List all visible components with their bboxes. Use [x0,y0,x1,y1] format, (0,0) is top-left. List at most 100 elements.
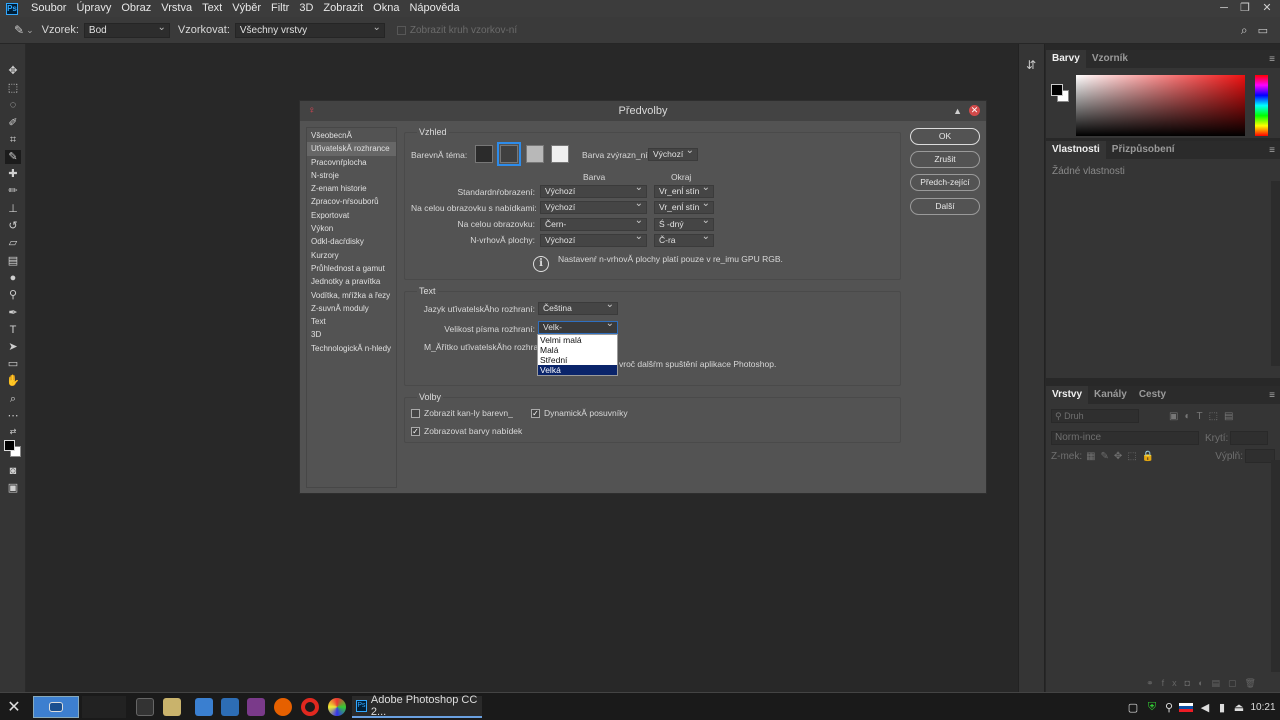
row-standard-color-select[interactable]: Výchozí [540,185,647,198]
nav-vykon[interactable]: Výkon [307,222,396,235]
ui-font-size-select[interactable]: Velk- [538,321,618,334]
menu-filtr[interactable]: Filtr [266,0,294,17]
nav-text[interactable]: Text [307,315,396,328]
properties-scrollbar[interactable] [1271,181,1280,366]
menu-text[interactable]: Text [197,0,227,17]
marquee-tool-icon[interactable]: ⬚ [5,81,21,95]
row-fullscreen-border-select[interactable]: Ś -dný [654,218,714,231]
more-tools-icon[interactable]: ⋯ [5,409,21,423]
menu-colors-checkbox[interactable]: ✓ [411,427,420,436]
panel-menu-icon[interactable]: ≡ [1269,145,1275,156]
quick-select-tool-icon[interactable]: ✐ [5,116,21,130]
chat-tray-icon[interactable]: ▢ [1126,696,1140,718]
font-size-option-selected[interactable]: Velká [538,365,617,375]
workspace-icon[interactable]: ▭ [1258,24,1268,37]
eyedropper-tool-icon[interactable]: ✎ [5,150,21,164]
quick-mask-icon[interactable]: ◙ [5,464,21,478]
restore-icon[interactable]: ❐ [1235,0,1255,17]
menu-upravy[interactable]: Úpravy [71,0,116,17]
history-brush-icon[interactable]: ↺ [5,219,21,233]
screen-mode-icon[interactable]: ▣ [5,481,21,495]
start-menu-icon[interactable]: ✕ [2,696,26,718]
layers-footer-icons[interactable]: ⚭fx◘◐▤▢🗑 [1146,678,1264,689]
menu-obraz[interactable]: Obraz [116,0,156,17]
type-tool-icon[interactable]: T [5,323,21,337]
zoom-tool-icon[interactable]: ⌕ [5,392,21,406]
ui-language-select[interactable]: Čeština [538,302,618,315]
sample-layers-select[interactable]: Všechny vrstvy [234,21,385,38]
font-size-option[interactable]: Střední [538,355,617,365]
nav-voditka[interactable]: Vodítka, mŕížka a řezy [307,289,396,302]
layer-filter-icons[interactable]: ▣◐T⬚▤ [1169,411,1240,422]
dialog-collapse-icon[interactable]: ▲ [953,101,962,121]
swap-colors-icon[interactable]: ⇄ [5,425,21,439]
row-standard-border-select[interactable]: Vr_enĺ stín [654,185,714,198]
panel-menu-icon[interactable]: ≡ [1269,390,1275,401]
brush-tool-icon[interactable]: ✏ [5,184,21,198]
terminal-icon[interactable] [135,696,155,718]
ok-button[interactable]: OK [910,128,980,145]
hue-slider[interactable] [1255,75,1268,136]
row-artboards-border-select[interactable]: Č-ra [654,234,714,247]
pinwheel-icon[interactable] [327,696,347,718]
menu-vyber[interactable]: Výběr [227,0,266,17]
layer-kind-filter[interactable]: ⚲ Druh [1051,409,1139,423]
theme-swatch-lightest[interactable] [551,145,569,163]
menu-zobrazit[interactable]: Zobrazit [318,0,368,17]
move-tool-icon[interactable]: ✥ [5,64,21,78]
desktop-switcher-icon[interactable] [33,696,79,718]
file-manager-icon[interactable] [162,696,182,718]
lasso-tool-icon[interactable]: ◌ [5,98,21,112]
tab-prizpusobeni[interactable]: Přizpůsobení [1106,141,1181,159]
tab-cesty[interactable]: Cesty [1133,386,1172,404]
nav-vseobecne[interactable]: VšeobecnĂ [307,129,396,142]
layers-scrollbar[interactable] [1271,460,1280,672]
menu-soubor[interactable]: Soubor [26,0,71,17]
tab-kanaly[interactable]: Kanály [1088,386,1133,404]
gradient-tool-icon[interactable]: ▤ [5,254,21,268]
lock-icons[interactable]: ▦✎✥⬚🔒 [1086,451,1159,462]
stamp-tool-icon[interactable]: ⊥ [5,202,21,216]
nav-nastroje[interactable]: N-stroje [307,169,396,182]
firefox-icon[interactable] [273,696,293,718]
opacity-input[interactable] [1230,431,1269,445]
tool-preset-chevron-icon[interactable]: ⌄ [26,25,34,36]
foreground-color-swatch[interactable] [4,440,15,451]
tab-vlastnosti[interactable]: Vlastnosti [1046,141,1106,159]
menu-okna[interactable]: Okna [368,0,404,17]
nav-zaznam-historie[interactable]: Z-enam historie [307,182,396,195]
row-fullscreen-menus-border-select[interactable]: Vr_enĺ stín [654,201,714,214]
history-panel-icon[interactable]: ⇵ [1026,58,1036,72]
menu-3d[interactable]: 3D [294,0,318,17]
shield-tray-icon[interactable]: ⛨ [1145,696,1159,718]
theme-swatch-darkest[interactable] [475,145,493,163]
blur-tool-icon[interactable]: ● [5,271,21,285]
menu-napoveda[interactable]: Nápověda [404,0,464,17]
nav-uzivatelske-rozhrani[interactable]: UťivatelskĂ rozhrance [307,142,396,156]
color-picker-field[interactable] [1076,75,1245,136]
tab-vrstvy[interactable]: Vrstvy [1046,386,1089,404]
nav-kurzory[interactable]: Kurzory [307,249,396,262]
clock[interactable]: 10:21 [1250,696,1276,718]
archive-icon[interactable] [246,696,266,718]
minimize-icon[interactable]: ─ [1214,0,1234,17]
nav-zpracovani-souboru[interactable]: Zpracov-nŕsouborů [307,195,396,208]
nav-pracovni-plocha[interactable]: Pracovnŕplocha [307,156,396,169]
healing-tool-icon[interactable]: ✚ [5,167,21,181]
nav-technologicke-nahledy[interactable]: TechnologickĂ n-hledy [307,342,396,355]
battery-tray-icon[interactable]: ▮ [1215,696,1229,718]
crop-tool-icon[interactable]: ⌗ [5,133,21,147]
nav-exportovat[interactable]: Exportovat [307,209,396,222]
row-fullscreen-menus-color-select[interactable]: Výchozí [540,201,647,214]
eyedropper-tool-icon[interactable]: ✎ [14,23,24,37]
nav-odkladaci-disky[interactable]: Odkl-dacŕdisky [307,235,396,248]
taskbar-photoshop-item[interactable]: Ps Adobe Photoshop CC 2... [352,694,482,718]
dialog-close-icon[interactable]: ✕ [969,105,980,116]
tab-vzornik[interactable]: Vzorník [1086,50,1134,68]
font-size-option[interactable]: Malá [538,345,617,355]
nav-pruhlednost[interactable]: Průhlednost a gamut [307,262,396,275]
nav-zasuvne-moduly[interactable]: Z-suvnĂ moduly [307,302,396,315]
cancel-button[interactable]: Zrušit [910,151,980,168]
language-flag-icon[interactable] [1178,696,1194,718]
dodge-tool-icon[interactable]: ⚲ [5,288,21,302]
